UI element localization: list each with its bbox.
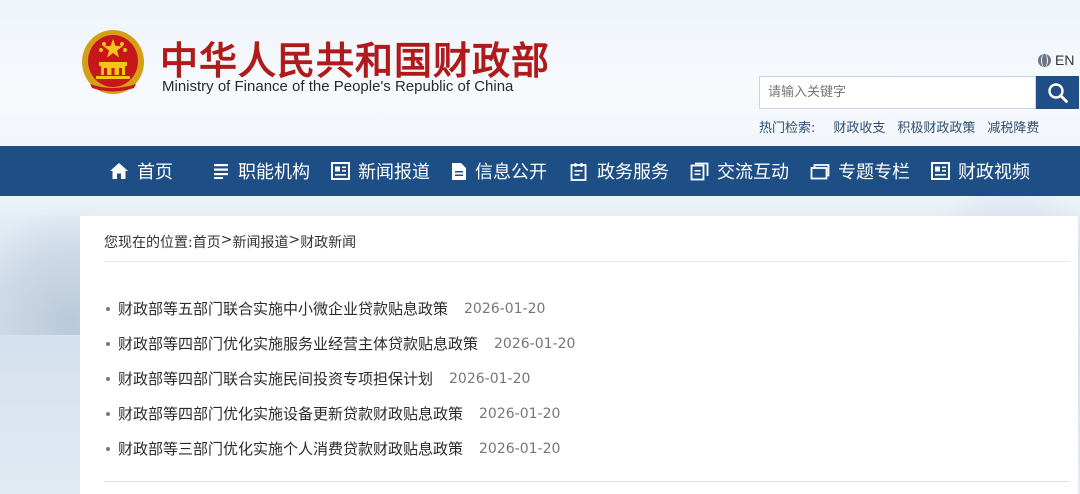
nav-item-news[interactable]: 新闻报道 <box>331 146 430 196</box>
nav-item-disclosure[interactable]: 信息公开 <box>451 146 547 196</box>
nav-item-departments[interactable]: 职能机构 <box>212 146 310 196</box>
service-icon <box>570 162 587 181</box>
nav-label: 首页 <box>137 162 173 183</box>
nav-label: 信息公开 <box>475 162 547 183</box>
site-subtitle: Ministry of Finance of the People's Repu… <box>162 78 514 95</box>
folder-icon <box>810 163 830 179</box>
nav-item-video[interactable]: 财政视频 <box>931 146 1030 196</box>
document-icon <box>452 162 466 180</box>
breadcrumb-separator: > <box>220 232 233 248</box>
bullet-icon <box>106 376 110 381</box>
news-title-link[interactable]: 财政部等三部门优化实施个人消费贷款财政贴息政策 <box>118 438 463 459</box>
news-date: 2026-01-20 <box>494 335 576 352</box>
site-header: 中华人民共和国财政部 Ministry of Finance of the Pe… <box>0 0 1080 146</box>
hot-search-label: 热门检索: <box>759 121 816 136</box>
news-title-link[interactable]: 财政部等五部门联合实施中小微企业贷款贴息政策 <box>118 298 448 319</box>
breadcrumb: 您现在的位置: 首页 > 新闻报道 > 财政新闻 <box>104 232 356 252</box>
content-panel: 您现在的位置: 首页 > 新闻报道 > 财政新闻 财政部等五部门联合实施中小微企… <box>80 216 1078 494</box>
home-icon <box>110 163 128 179</box>
list-item: 财政部等四部门联合实施民间投资专项担保计划 2026-01-20 <box>106 361 1046 396</box>
list-item: 财政部等四部门优化实施设备更新贷款财政贴息政策 2026-01-20 <box>106 396 1046 431</box>
nav-label: 新闻报道 <box>358 162 430 183</box>
list-item: 财政部等四部门优化实施服务业经营主体贷款贴息政策 2026-01-20 <box>106 326 1046 361</box>
language-label: EN <box>1055 52 1075 68</box>
interaction-icon <box>690 162 709 180</box>
globe-icon <box>1038 53 1051 67</box>
nav-item-home[interactable]: 首页 <box>109 146 173 196</box>
news-icon <box>331 162 350 180</box>
list-item: 财政部等五部门联合实施中小微企业贷款贴息政策 2026-01-20 <box>106 291 1046 326</box>
news-title-link[interactable]: 财政部等四部门优化实施设备更新贷款财政贴息政策 <box>118 403 463 424</box>
news-list: 财政部等五部门联合实施中小微企业贷款贴息政策 2026-01-20 财政部等四部… <box>106 291 1046 466</box>
list-bottom-divider <box>104 481 1070 482</box>
search-box <box>759 76 1036 109</box>
breadcrumb-finance-news[interactable]: 财政新闻 <box>300 232 356 252</box>
news-date: 2026-01-20 <box>464 300 546 317</box>
news-date: 2026-01-20 <box>479 405 561 422</box>
search-input[interactable] <box>760 77 1035 108</box>
news-date: 2026-01-20 <box>479 440 561 457</box>
nav-label: 职能机构 <box>238 162 310 183</box>
nav-label: 政务服务 <box>597 162 669 183</box>
nav-label: 财政视频 <box>958 162 1030 183</box>
list-item: 财政部等三部门优化实施个人消费贷款财政贴息政策 2026-01-20 <box>106 431 1046 466</box>
nav-item-services[interactable]: 政务服务 <box>570 146 669 196</box>
list-icon <box>214 164 228 179</box>
video-icon <box>931 162 950 180</box>
national-emblem-icon[interactable] <box>80 28 146 96</box>
search-icon <box>1047 82 1068 103</box>
bullet-icon <box>106 341 110 346</box>
nav-item-topics[interactable]: 专题专栏 <box>810 146 910 196</box>
language-switch[interactable]: EN <box>1038 52 1074 68</box>
breadcrumb-news[interactable]: 新闻报道 <box>232 232 288 252</box>
breadcrumb-home[interactable]: 首页 <box>193 232 221 252</box>
breadcrumb-prefix: 您现在的位置: <box>104 235 193 251</box>
hot-search: 热门检索: 财政收支 积极财政政策 减税降费 <box>759 117 1039 136</box>
news-title-link[interactable]: 财政部等四部门优化实施服务业经营主体贷款贴息政策 <box>118 333 478 354</box>
main-nav: 首页 职能机构 新闻报道 信息公开 政务服务 交流互动 专题专栏 财政视频 <box>0 146 1080 196</box>
hot-search-item[interactable]: 财政收支 <box>833 117 885 136</box>
hot-search-item[interactable]: 积极财政政策 <box>897 117 975 136</box>
bullet-icon <box>106 306 110 311</box>
hot-search-item[interactable]: 减税降费 <box>987 117 1039 136</box>
nav-item-interaction[interactable]: 交流互动 <box>690 146 789 196</box>
nav-label: 专题专栏 <box>838 162 910 183</box>
news-date: 2026-01-20 <box>449 370 531 387</box>
nav-label: 交流互动 <box>717 162 789 183</box>
breadcrumb-divider <box>104 261 1070 262</box>
bullet-icon <box>106 446 110 451</box>
search-button[interactable] <box>1036 76 1079 109</box>
news-title-link[interactable]: 财政部等四部门联合实施民间投资专项担保计划 <box>118 368 433 389</box>
bullet-icon <box>106 411 110 416</box>
site-title: 中华人民共和国财政部 <box>160 39 551 83</box>
breadcrumb-separator: > <box>288 232 301 248</box>
